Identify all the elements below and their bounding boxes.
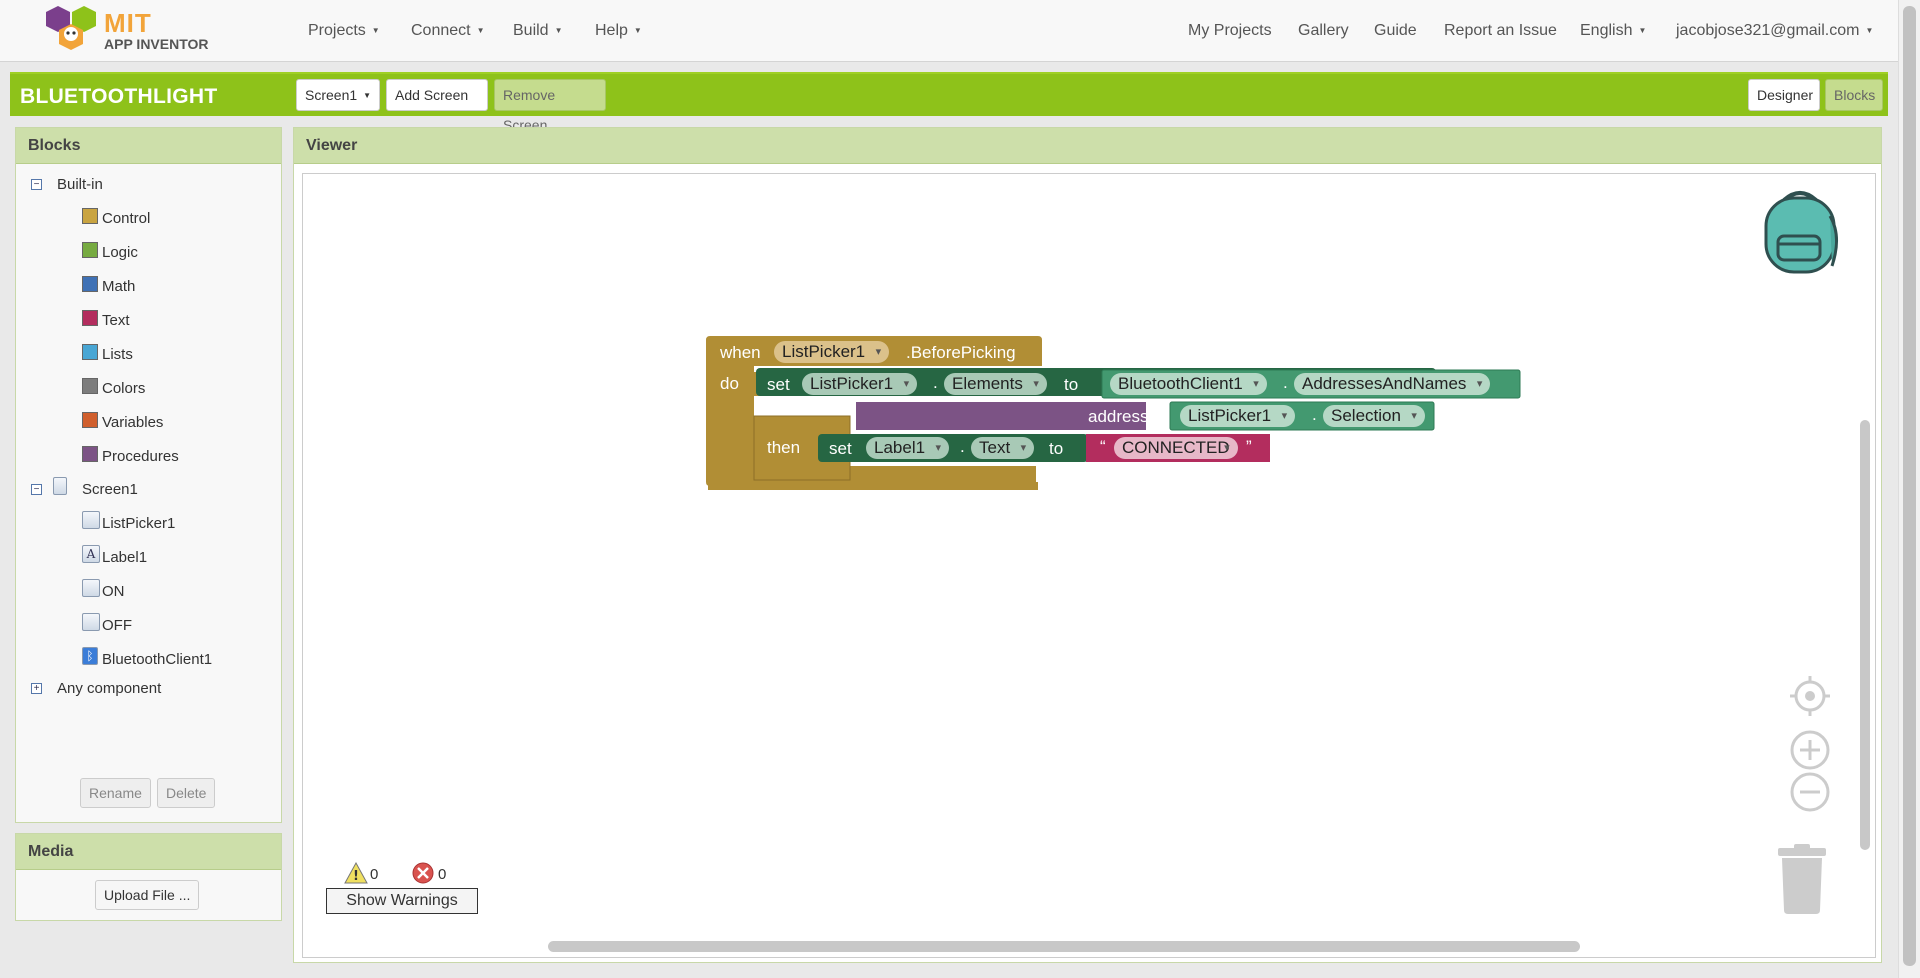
errors-count: 0 xyxy=(438,866,447,883)
set-component-dropdown[interactable]: Label1 xyxy=(866,437,950,459)
media-panel-title: Media xyxy=(16,834,281,870)
blocks-panel: Blocks − Built-in Control Logic Math Tex… xyxy=(15,127,282,823)
dot: . xyxy=(1312,405,1317,424)
address-property-dropdown[interactable]: Selection xyxy=(1323,405,1425,427)
logo-mit-text: MIT xyxy=(104,8,152,38)
show-warnings-button[interactable]: Show Warnings xyxy=(326,888,478,914)
dot: . xyxy=(960,437,965,456)
logic-swatch-icon xyxy=(82,242,98,258)
app-inventor-logo[interactable]: MIT APP INVENTOR xyxy=(44,4,214,54)
link-my-projects[interactable]: My Projects xyxy=(1188,22,1272,40)
text-string-field[interactable]: CONNECTED xyxy=(1114,437,1238,459)
zoom-out-icon[interactable] xyxy=(1790,772,1830,812)
blocks-workspace[interactable] xyxy=(302,173,1876,958)
media-panel: Media Upload File ... xyxy=(15,833,282,921)
set-component-dropdown[interactable]: ListPicker1 xyxy=(802,373,918,395)
blocks-tree: − Built-in Control Logic Math Text Lists… xyxy=(16,164,281,822)
account-menu[interactable]: jacobjose321@gmail.com ▼ xyxy=(1676,22,1873,40)
blocks-button[interactable]: Blocks xyxy=(1825,79,1883,111)
colors-swatch-icon xyxy=(82,378,98,394)
warning-icon: ! xyxy=(344,862,368,884)
add-screen-button[interactable]: Add Screen ... xyxy=(386,79,488,133)
address-label: address xyxy=(1088,407,1149,426)
variables-swatch-icon xyxy=(82,412,98,428)
button-icon xyxy=(82,613,100,631)
button-icon xyxy=(82,579,100,597)
designer-button[interactable]: Designer xyxy=(1748,79,1820,111)
quote-close: ” xyxy=(1246,437,1252,456)
project-toolbar: BLUETOOTHLIGHT Screen1 ▼ Add Screen ... R… xyxy=(10,72,1888,133)
menu-build[interactable]: Build ▼ xyxy=(513,22,563,40)
warnings-count: 0 xyxy=(370,866,379,883)
event-component-dropdown[interactable]: ListPicker1 xyxy=(774,341,890,363)
backpack-icon[interactable] xyxy=(1760,186,1844,276)
workspace-vertical-scrollbar[interactable] xyxy=(1860,420,1870,850)
svg-text:!: ! xyxy=(353,869,359,884)
top-navbar: MIT APP INVENTOR Projects ▼ Connect ▼ Buil… xyxy=(0,0,1898,62)
event-name: .BeforePicking xyxy=(906,343,1016,362)
logo-icon xyxy=(46,6,96,50)
menu-projects[interactable]: Projects ▼ xyxy=(308,22,380,40)
delete-button[interactable]: Delete xyxy=(157,778,216,808)
link-guide[interactable]: Guide xyxy=(1374,22,1417,40)
logo-subtitle: APP INVENTOR xyxy=(104,36,209,52)
dot: . xyxy=(1283,373,1288,392)
menu-connect[interactable]: Connect ▼ xyxy=(411,22,485,40)
set-keyword: set xyxy=(767,375,790,394)
rename-button[interactable]: Rename xyxy=(80,778,151,808)
text-swatch-icon xyxy=(82,310,98,326)
do-keyword: do xyxy=(720,374,739,393)
to-keyword: to xyxy=(1049,439,1064,458)
quote-open: “ xyxy=(1100,437,1106,456)
set-keyword: set xyxy=(829,439,852,458)
control-swatch-icon xyxy=(82,208,98,224)
dot: . xyxy=(933,373,938,392)
collapse-icon[interactable]: − xyxy=(31,179,42,190)
then-keyword: then xyxy=(767,438,801,457)
when-keyword: when xyxy=(720,343,761,362)
page-scrollbar[interactable] xyxy=(1898,0,1920,978)
procedures-swatch-icon xyxy=(82,446,98,462)
set-property-dropdown[interactable]: Elements xyxy=(944,373,1047,395)
project-name: BLUETOOTHLIGHT xyxy=(20,85,218,108)
listpicker-icon xyxy=(82,511,100,529)
error-icon xyxy=(412,862,434,884)
get-component-dropdown[interactable]: BluetoothClient1 xyxy=(1110,373,1267,395)
label-icon: A xyxy=(82,545,100,563)
screen-select[interactable]: Screen1 ▼ xyxy=(296,79,380,111)
collapse-icon[interactable]: − xyxy=(31,484,42,495)
bluetooth-icon: ᛒ xyxy=(82,647,98,665)
trash-icon[interactable] xyxy=(1774,844,1830,914)
link-report-issue[interactable]: Report an Issue xyxy=(1444,22,1557,40)
menu-help[interactable]: Help ▼ xyxy=(595,22,642,40)
link-gallery[interactable]: Gallery xyxy=(1298,22,1349,40)
set-property-dropdown[interactable]: Text xyxy=(971,437,1035,459)
address-component-dropdown[interactable]: ListPicker1 xyxy=(1180,405,1296,427)
remove-screen-button[interactable]: Remove Screen xyxy=(494,79,606,133)
math-swatch-icon xyxy=(82,276,98,292)
zoom-in-icon[interactable] xyxy=(1790,730,1830,770)
center-target-icon[interactable] xyxy=(1790,676,1830,716)
upload-file-button[interactable]: Upload File ... xyxy=(95,880,200,910)
blocks-panel-title: Blocks xyxy=(16,128,281,164)
to-keyword: to xyxy=(1064,375,1079,394)
lists-swatch-icon xyxy=(82,344,98,360)
workspace-horizontal-scrollbar[interactable] xyxy=(548,941,1580,952)
screen-icon xyxy=(53,477,67,495)
language-menu[interactable]: English ▼ xyxy=(1580,22,1646,40)
get-property-dropdown[interactable]: AddressesAndNames xyxy=(1294,373,1491,395)
expand-icon[interactable]: + xyxy=(31,683,42,694)
viewer-panel-title: Viewer xyxy=(294,128,1881,164)
